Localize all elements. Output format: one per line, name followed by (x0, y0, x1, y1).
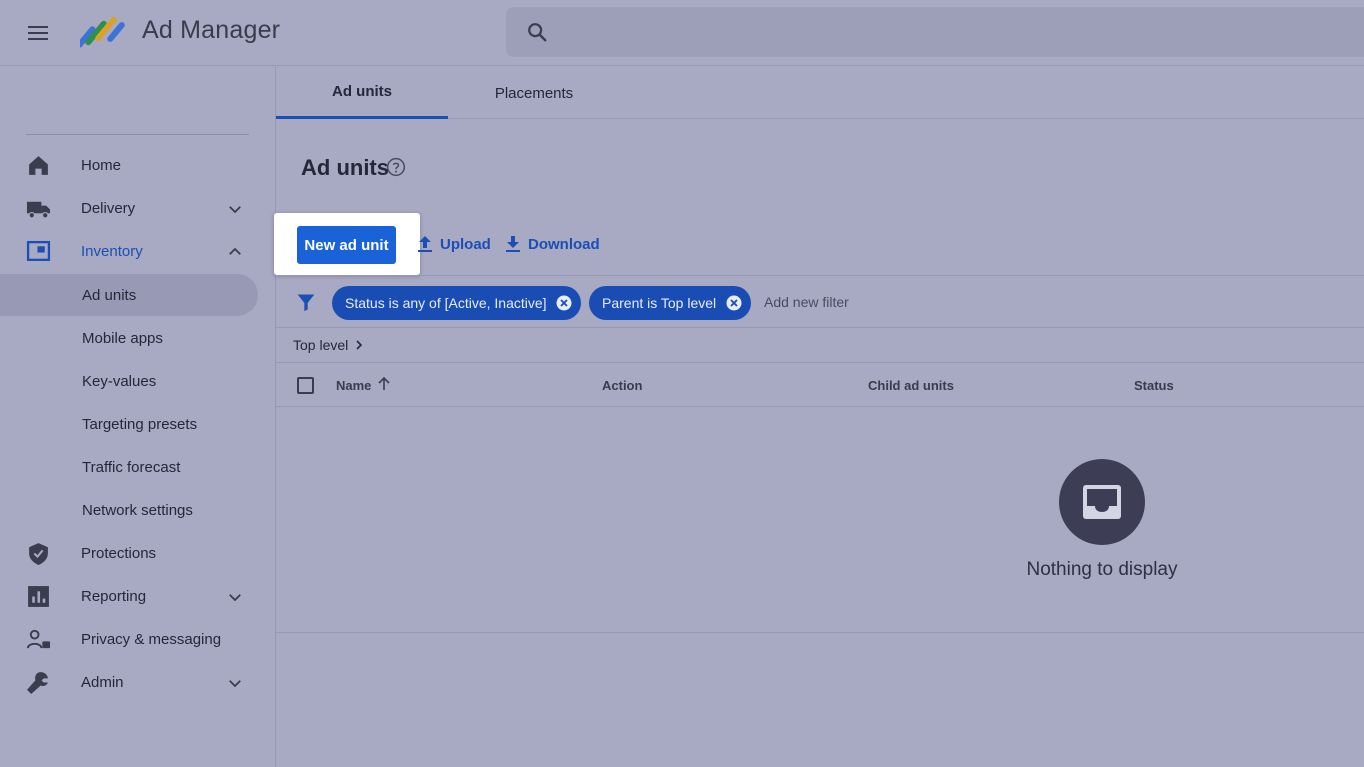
column-header-action: Action (602, 378, 643, 393)
sidebar-subitem-label: Network settings (82, 501, 193, 519)
sidebar-item-label: Protections (81, 544, 157, 562)
chevron-down-icon[interactable] (226, 588, 244, 606)
inbox-icon (1059, 459, 1145, 545)
upload-label: Upload (440, 235, 491, 253)
page-title: Ad units (301, 155, 389, 180)
sidebar-item-reporting[interactable]: Reporting (0, 575, 258, 617)
sidebar-subitem-label: Mobile apps (82, 329, 163, 347)
download-label: Download (528, 235, 600, 253)
sidebar-subitem-network-settings[interactable]: Network settings (0, 489, 258, 531)
ad-manager-logo-icon (80, 16, 125, 48)
hamburger-menu-icon[interactable] (22, 18, 54, 48)
search-input[interactable] (562, 17, 1342, 47)
download-icon (506, 236, 520, 252)
new-ad-unit-button[interactable]: New ad unit (297, 226, 396, 264)
sidebar-subitem-label: Targeting presets (82, 415, 198, 433)
close-icon[interactable] (555, 294, 573, 312)
arrow-up-icon[interactable] (377, 377, 391, 391)
close-icon[interactable] (725, 294, 743, 312)
search-icon[interactable] (526, 21, 548, 43)
home-icon (29, 156, 48, 175)
filter-chip-label: Status is any of [Active, Inactive] (345, 295, 547, 311)
tab-ad-units[interactable]: Ad units (276, 67, 448, 119)
chevron-down-icon[interactable] (226, 200, 244, 218)
chevron-up-icon[interactable] (226, 243, 244, 261)
empty-message: Nothing to display (1026, 559, 1178, 580)
sidebar-item-label: Home (81, 156, 122, 174)
sidebar-item-home[interactable]: Home (0, 144, 258, 186)
sidebar-subitem-key-values[interactable]: Key-values (0, 360, 258, 402)
sidebar-subitem-traffic-forecast[interactable]: Traffic forecast (0, 446, 258, 488)
filter-chip-parent[interactable]: Parent is Top level (589, 286, 751, 320)
truck-icon (26, 201, 51, 219)
filter-chip-status[interactable]: Status is any of [Active, Inactive] (332, 286, 581, 320)
filter-bar: Status is any of [Active, Inactive] Pare… (276, 275, 1364, 328)
chevron-right-icon (356, 340, 363, 350)
sidebar-divider (26, 134, 249, 135)
person-lock-icon (26, 629, 51, 649)
sidebar-item-inventory[interactable]: Inventory (0, 230, 258, 272)
app-title: Ad Manager (142, 16, 281, 44)
sidebar-item-admin[interactable]: Admin (0, 661, 258, 703)
search-bar[interactable] (506, 7, 1364, 57)
sidebar-item-label: Delivery (81, 199, 136, 217)
filter-chip-label: Parent is Top level (602, 295, 717, 311)
main-content: Ad units Placements Ad units New ad unit… (274, 67, 1364, 767)
column-header-child-ad-units: Child ad units (868, 378, 954, 393)
tab-placements[interactable]: Placements (448, 67, 620, 119)
shield-icon (29, 543, 48, 565)
breadcrumb[interactable]: Top level (293, 337, 364, 353)
select-all-checkbox[interactable] (297, 377, 314, 394)
breadcrumb-item[interactable]: Top level (293, 337, 348, 353)
upload-icon (418, 236, 432, 252)
sidebar-item-protections[interactable]: Protections (0, 532, 258, 574)
column-header-name[interactable]: Name (336, 378, 371, 393)
inventory-icon (26, 240, 51, 261)
app-header: Ad Manager (0, 0, 1364, 66)
wrench-icon (27, 672, 48, 694)
sidebar-subitem-targeting-presets[interactable]: Targeting presets (0, 403, 258, 445)
sidebar-item-label: Privacy & messaging (81, 630, 222, 648)
download-button[interactable]: Download (504, 232, 600, 256)
sidebar-item-label: Admin (81, 673, 124, 691)
sidebar-item-label: Reporting (81, 587, 147, 605)
sidebar-item-delivery[interactable]: Delivery (0, 187, 258, 229)
column-header-status: Status (1134, 378, 1174, 393)
sidebar-subitem-label: Ad units (82, 286, 137, 304)
sidebar-item-privacy-messaging[interactable]: Privacy & messaging (0, 618, 258, 660)
sidebar-subitem-ad-units[interactable]: Ad units (0, 274, 258, 316)
help-icon[interactable] (386, 157, 406, 177)
filter-icon[interactable] (296, 292, 316, 312)
sidebar-item-label: Inventory (81, 242, 143, 260)
table-header: Name Action Child ad units Status (276, 362, 1364, 407)
chevron-down-icon[interactable] (226, 674, 244, 692)
bar-chart-icon (28, 586, 49, 607)
sidebar-subitem-mobile-apps[interactable]: Mobile apps (0, 317, 258, 359)
sidebar-subitem-label: Traffic forecast (82, 458, 181, 476)
add-new-filter-input[interactable]: Add new filter (764, 294, 849, 310)
tab-bar: Ad units Placements (276, 67, 1364, 119)
sidebar-subitem-label: Key-values (82, 372, 157, 390)
empty-state: Nothing to display (276, 407, 1364, 633)
upload-button[interactable]: Upload (416, 232, 491, 256)
sidebar: Home Delivery Inventory Ad units Mobile … (0, 67, 276, 767)
